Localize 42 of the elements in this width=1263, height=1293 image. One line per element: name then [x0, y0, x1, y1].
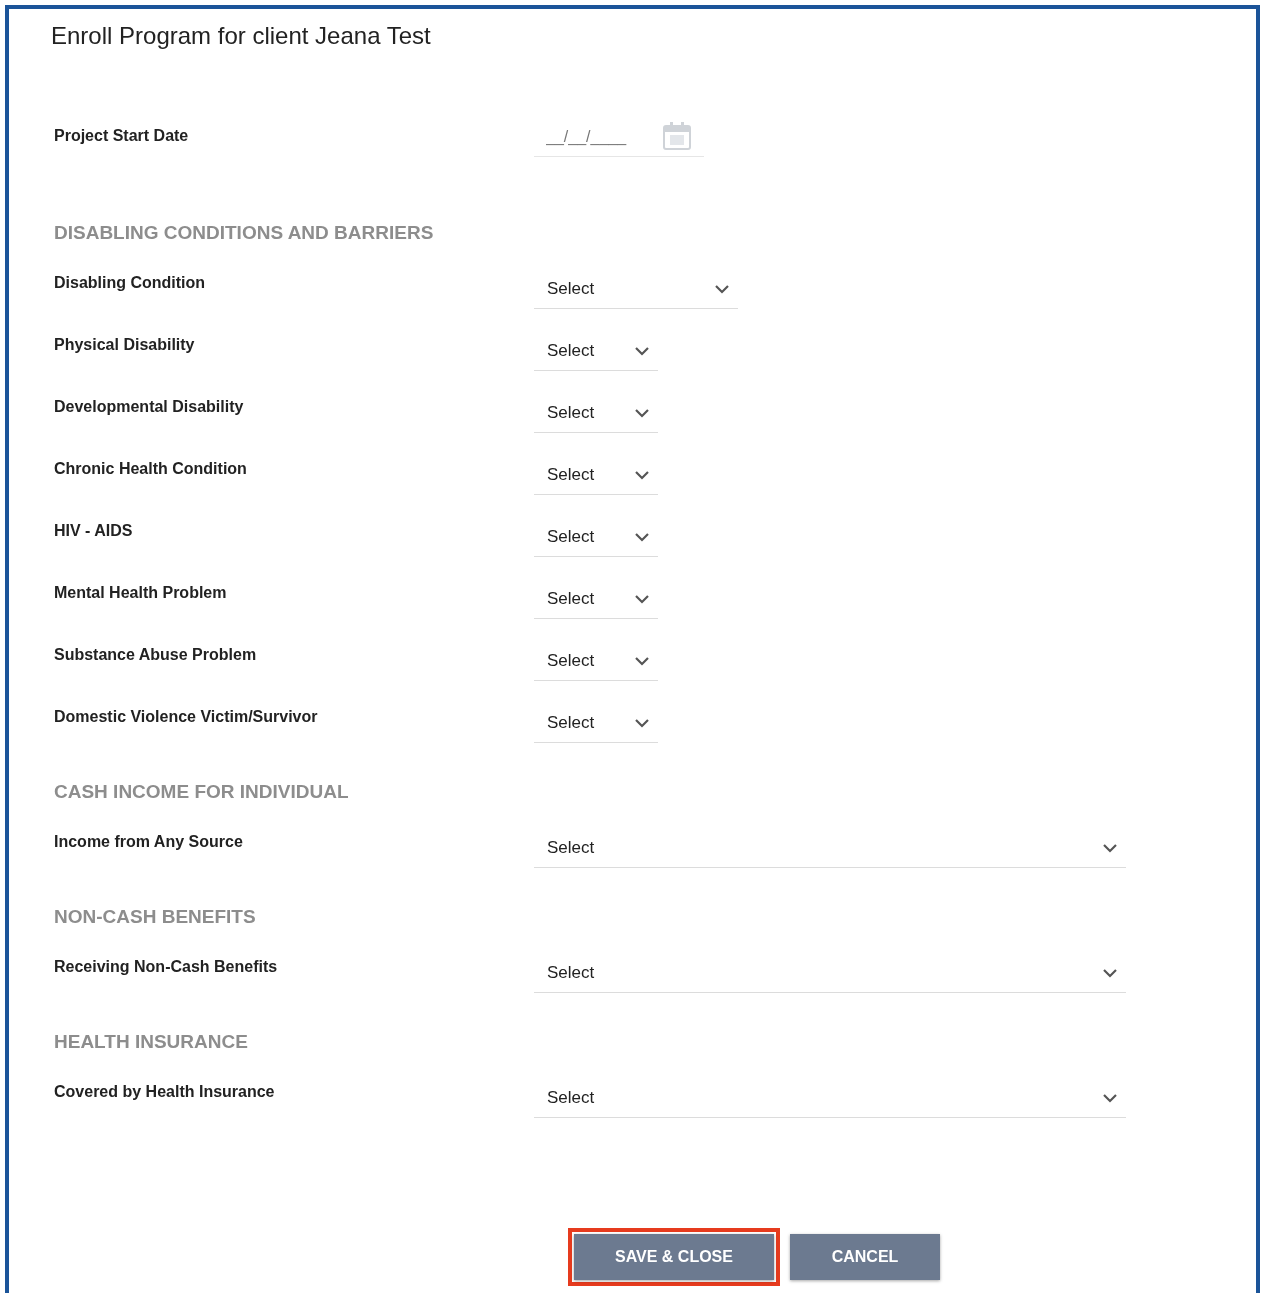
select-field[interactable]: Select — [534, 828, 1126, 868]
select-field[interactable]: Select — [534, 455, 658, 495]
chevron-down-icon — [634, 655, 650, 666]
select-field[interactable]: Select — [534, 579, 658, 619]
field-label: Disabling Condition — [54, 274, 207, 292]
select-field[interactable]: Select — [534, 703, 658, 743]
save-close-button[interactable]: SAVE & CLOSE — [574, 1234, 774, 1280]
select-field[interactable]: Select — [534, 953, 1126, 993]
chevron-down-icon — [634, 593, 650, 604]
field-label: Developmental Disability — [54, 398, 245, 416]
chevron-down-icon — [634, 469, 650, 480]
section-heading: HEALTH INSURANCE — [54, 1030, 248, 1054]
chevron-down-icon — [1102, 967, 1118, 978]
field-label: Physical Disability — [54, 336, 196, 354]
select-field[interactable]: Select — [534, 331, 658, 371]
field-label: Mental Health Problem — [54, 584, 228, 602]
chevron-down-icon — [714, 283, 730, 294]
field-label: Substance Abuse Problem — [54, 646, 258, 664]
section-heading: NON-CASH BENEFITS — [54, 905, 256, 929]
chevron-down-icon — [634, 407, 650, 418]
chevron-down-icon — [634, 717, 650, 728]
chevron-down-icon — [634, 531, 650, 542]
calendar-icon — [662, 121, 692, 151]
field-label: Domestic Violence Victim/Survivor — [54, 708, 319, 726]
field-label: Receiving Non-Cash Benefits — [54, 958, 279, 976]
select-field[interactable]: Select — [534, 1078, 1126, 1118]
field-label: Income from Any Source — [54, 833, 244, 851]
dialog-title: Enroll Program for client Jeana Test — [51, 21, 431, 51]
select-field[interactable]: Select — [534, 641, 658, 681]
field-label: Chronic Health Condition — [54, 460, 248, 478]
field-label: HIV - AIDS — [54, 522, 134, 540]
select-field[interactable]: Select — [534, 517, 658, 557]
field-label: Project Start Date — [54, 127, 190, 145]
section-heading: CASH INCOME FOR INDIVIDUAL — [54, 780, 349, 804]
field-label: Covered by Health Insurance — [54, 1083, 276, 1101]
chevron-down-icon — [1102, 1092, 1118, 1103]
section-heading: DISABLING CONDITIONS AND BARRIERS — [54, 221, 434, 245]
select-field[interactable]: Select — [534, 393, 658, 433]
chevron-down-icon — [1102, 842, 1118, 853]
cancel-button[interactable]: CANCEL — [790, 1234, 940, 1280]
select-field[interactable]: Select — [534, 269, 738, 309]
chevron-down-icon — [634, 345, 650, 356]
